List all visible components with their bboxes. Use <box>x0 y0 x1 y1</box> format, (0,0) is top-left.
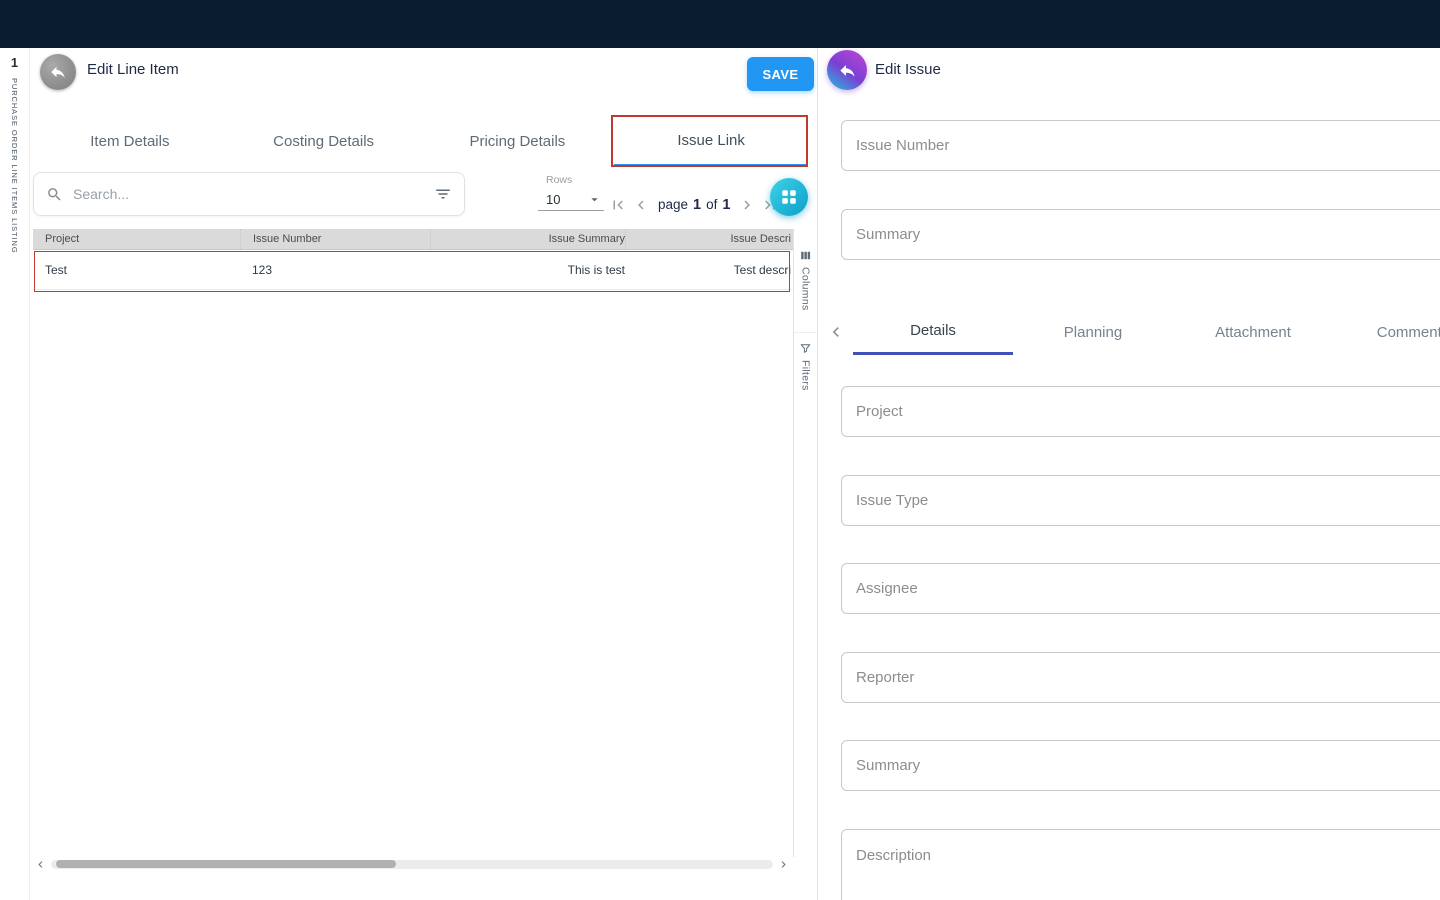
tab-planning[interactable]: Planning <box>1013 309 1173 355</box>
columns-tool[interactable]: Columns <box>799 240 812 320</box>
grid-icon <box>780 188 798 206</box>
rows-per-page-control: Rows 10 <box>538 174 604 211</box>
line-item-panel: Edit Line Item SAVE Item Details Costing… <box>30 48 818 900</box>
tab-item-details[interactable]: Item Details <box>33 116 227 167</box>
next-page-button[interactable] <box>736 194 758 216</box>
issue-number-label: Issue Number <box>856 137 949 154</box>
scroll-right-icon <box>777 858 790 871</box>
cell-issue-number: 123 <box>240 263 430 277</box>
rows-label: Rows <box>546 174 604 186</box>
cell-issue-description: Test descri <box>625 263 793 277</box>
description-label: Description <box>856 847 931 864</box>
save-button[interactable]: SAVE <box>747 57 814 91</box>
column-header-issue-number[interactable]: Issue Number <box>240 229 430 249</box>
grid-view-button[interactable] <box>770 178 808 216</box>
filter-funnel-icon <box>799 342 812 355</box>
assignee-field[interactable]: Assignee <box>841 563 1440 614</box>
chevron-down-icon <box>587 192 602 207</box>
project-field[interactable]: Project <box>841 386 1440 437</box>
tab-issue-link[interactable]: Issue Link <box>614 116 808 167</box>
chevron-left-icon <box>632 196 650 214</box>
first-page-icon <box>609 196 627 214</box>
tab-comments[interactable]: Comments <box>1333 309 1440 355</box>
rail-label: PURCHASE ORDER LINE ITEMS LISTING <box>10 78 19 254</box>
total-pages: 1 <box>722 197 730 213</box>
summary-field[interactable]: Summary <box>841 740 1440 791</box>
page-title: Edit Line Item <box>87 61 179 78</box>
issue-back-button[interactable] <box>827 50 867 90</box>
tab-costing-details[interactable]: Costing Details <box>227 116 421 167</box>
tab-attachment[interactable]: Attachment <box>1173 309 1333 355</box>
scrollbar-track[interactable] <box>51 860 773 869</box>
search-box[interactable] <box>33 172 465 216</box>
table-row[interactable]: Test 123 This is test Test descri <box>33 250 793 290</box>
column-header-project[interactable]: Project <box>33 233 240 245</box>
tabs-scroll-left-button[interactable] <box>818 309 853 355</box>
page-indicator: page 1 of 1 <box>658 197 730 213</box>
previous-page-button[interactable] <box>630 194 652 216</box>
reporter-label: Reporter <box>856 669 914 686</box>
chevron-right-icon <box>738 196 756 214</box>
cell-issue-summary: This is test <box>430 263 625 277</box>
current-page: 1 <box>693 197 701 213</box>
summary-top-label: Summary <box>856 226 920 243</box>
issue-number-field[interactable]: Issue Number <box>841 120 1440 171</box>
rail-index: 1 <box>11 48 18 70</box>
column-header-issue-description[interactable]: Issue Descri <box>625 229 793 249</box>
assignee-label: Assignee <box>856 580 918 597</box>
filter-list-icon[interactable] <box>434 185 452 203</box>
rows-per-page-select[interactable]: 10 <box>538 189 604 211</box>
cell-project: Test <box>33 263 240 277</box>
description-field[interactable]: Description <box>841 829 1440 900</box>
rows-value: 10 <box>546 192 560 207</box>
tab-details[interactable]: Details <box>853 309 1013 355</box>
back-button[interactable] <box>40 54 76 90</box>
reporter-field[interactable]: Reporter <box>841 652 1440 703</box>
horizontal-scrollbar[interactable] <box>33 857 791 871</box>
line-item-tabs: Item Details Costing Details Pricing Det… <box>33 116 808 167</box>
summary-label: Summary <box>856 757 920 774</box>
table-side-tools: Columns Filters <box>794 240 817 399</box>
columns-tool-label: Columns <box>800 267 812 311</box>
column-header-issue-summary[interactable]: Issue Summary <box>430 229 625 249</box>
of-word: of <box>706 197 717 212</box>
issue-type-field[interactable]: Issue Type <box>841 475 1440 526</box>
scroll-left-icon <box>34 858 47 871</box>
search-input[interactable] <box>71 185 426 203</box>
pagination: page 1 of 1 <box>607 187 781 223</box>
filters-tool-label: Filters <box>800 360 812 391</box>
search-icon <box>46 186 63 203</box>
scroll-left-button[interactable] <box>33 858 48 871</box>
chevron-left-icon <box>826 322 846 342</box>
page-word: page <box>658 197 688 212</box>
summary-field-top[interactable]: Summary <box>841 209 1440 260</box>
table-header: Project Issue Number Issue Summary Issue… <box>33 229 793 250</box>
issue-type-label: Issue Type <box>856 492 928 509</box>
scroll-right-button[interactable] <box>776 858 791 871</box>
project-label: Project <box>856 403 903 420</box>
scrollbar-thumb[interactable] <box>56 860 396 868</box>
top-navigation-bar <box>0 0 1440 48</box>
filters-tool[interactable]: Filters <box>794 332 817 400</box>
back-icon <box>838 61 857 80</box>
columns-icon <box>799 249 812 262</box>
issue-tabs: Details Planning Attachment Comments <box>818 309 1440 355</box>
issue-panel: Edit Issue Issue Number Summary Details … <box>818 48 1440 900</box>
app-screen: 1 PURCHASE ORDER LINE ITEMS LISTING Edit… <box>0 0 1440 900</box>
tab-pricing-details[interactable]: Pricing Details <box>421 116 615 167</box>
back-icon <box>49 63 67 81</box>
first-page-button[interactable] <box>607 194 629 216</box>
left-rail: 1 PURCHASE ORDER LINE ITEMS LISTING <box>0 48 30 900</box>
issue-page-title: Edit Issue <box>875 61 941 78</box>
